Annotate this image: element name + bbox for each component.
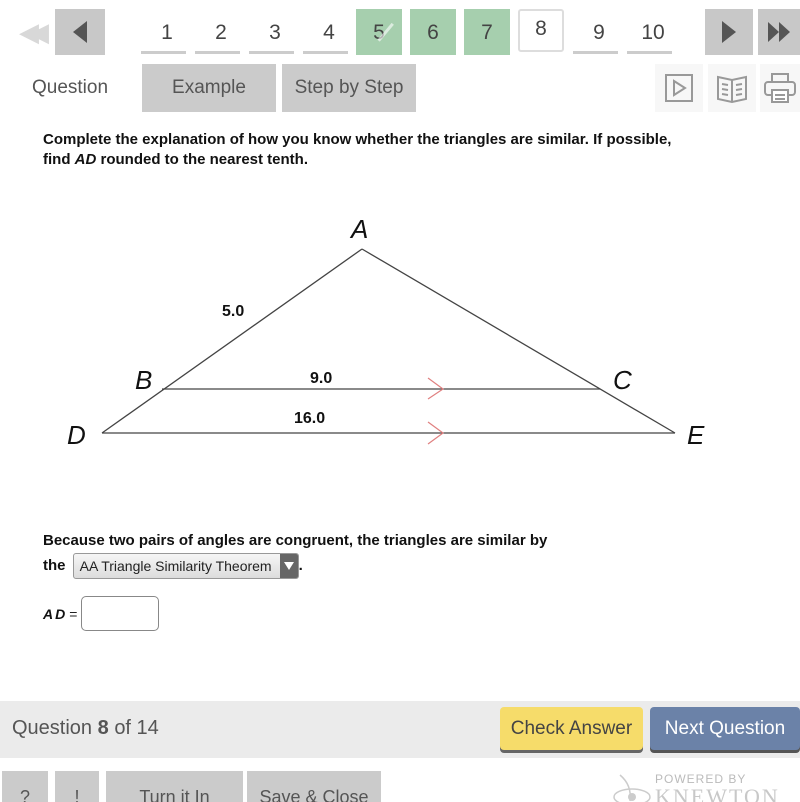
first-question-button[interactable]: ◀◀: [12, 14, 49, 50]
answer-row: AD =: [43, 596, 160, 631]
triangle-right-icon: [722, 21, 736, 43]
tab-step-by-step[interactable]: Step by Step: [282, 64, 416, 112]
chevron-down-icon: [283, 562, 294, 570]
explanation-line-2: the AA Triangle Similarity Theorem .: [43, 553, 643, 579]
help-button[interactable]: ?: [2, 771, 48, 802]
brand-name: KNEWTON: [655, 784, 780, 802]
explanation: Because two pairs of angles are congruen…: [43, 529, 643, 579]
page-number: 7: [481, 21, 493, 44]
page-number: 8: [535, 16, 547, 40]
page-6[interactable]: 6: [410, 9, 456, 55]
page-number: 9: [593, 21, 605, 44]
question-prompt: Complete the explanation of how you know…: [43, 130, 743, 170]
print-button[interactable]: [760, 64, 800, 112]
previous-question-button[interactable]: [55, 9, 105, 55]
save-close-button[interactable]: Save & Close: [247, 771, 381, 802]
next-page-button[interactable]: [705, 9, 753, 55]
vertex-c: C: [613, 365, 632, 395]
page-number: 3: [269, 21, 281, 44]
page-5[interactable]: 5: [356, 9, 402, 55]
page-9[interactable]: 9: [572, 9, 626, 55]
period: .: [298, 556, 303, 574]
check-answer-button[interactable]: Check Answer: [500, 707, 643, 750]
answer-label: AD: [43, 605, 68, 622]
page-7[interactable]: 7: [464, 9, 510, 55]
explanation-text: Because two pairs of angles are congruen…: [43, 532, 548, 549]
page-10[interactable]: 10: [626, 9, 680, 55]
save-close-label: Save & Close: [259, 787, 369, 802]
label-bc: 9.0: [310, 370, 332, 387]
textbook-button[interactable]: [708, 64, 756, 112]
prompt-text: rounded to the nearest tenth.: [96, 151, 309, 168]
prompt-line-2: find AD rounded to the nearest tenth.: [43, 150, 743, 170]
label-de: 16.0: [294, 410, 325, 427]
help-tabs: Question Example Step by Step: [0, 64, 800, 114]
label-ab: 5.0: [222, 303, 244, 320]
turn-it-in-button[interactable]: Turn it In: [106, 771, 243, 802]
page-8-current[interactable]: 8: [518, 9, 564, 52]
play-video-icon: [665, 74, 693, 102]
page-4[interactable]: 4: [302, 9, 356, 55]
double-triangle-right-icon-2: [779, 22, 790, 42]
explanation-the: the: [43, 556, 66, 574]
theorem-dropdown[interactable]: AA Triangle Similarity Theorem: [72, 553, 299, 579]
page-number: 1: [161, 21, 173, 44]
question-word: Question: [12, 717, 93, 739]
print-icon: [764, 73, 796, 103]
page-number: 6: [427, 21, 439, 44]
footer-bar: Question 8 of 14 Check Answer Next Quest…: [0, 701, 800, 758]
vertex-d: D: [67, 420, 86, 450]
vertex-b: B: [135, 365, 152, 395]
bottom-bar: ? ! Turn it In Save & Close POWERED BY K…: [0, 771, 800, 802]
page-number: 4: [323, 21, 335, 44]
page-number: 10: [641, 21, 665, 44]
page-3[interactable]: 3: [248, 9, 302, 55]
page-2[interactable]: 2: [194, 9, 248, 55]
page-number: 2: [215, 21, 227, 44]
double-chevron-left-icon: ◀◀: [19, 16, 49, 47]
page-1[interactable]: 1: [140, 9, 194, 55]
triangle-diagram: A B C D E 5.0 9.0 16.0: [67, 214, 705, 450]
question-navigator: ◀◀ 1 2 3 4 5 6 7 8 9 10: [0, 0, 800, 64]
last-page-button[interactable]: [758, 9, 800, 55]
dropdown-value: AA Triangle Similarity Theorem: [79, 558, 272, 574]
triangle-left-icon: [73, 21, 87, 43]
page-list: 1 2 3 4 5 6 7 8 9 10: [140, 9, 680, 55]
equals-sign: =: [69, 605, 78, 622]
tab-question[interactable]: Question: [12, 64, 128, 112]
powered-by-knewton: POWERED BY KNEWTON: [600, 771, 800, 802]
turn-it-in-label: Turn it In: [139, 787, 210, 802]
prompt-text: find: [43, 151, 75, 168]
dropdown-arrow[interactable]: [279, 554, 298, 578]
vertex-e: E: [687, 420, 705, 450]
segment-ae: [361, 248, 676, 434]
info-label: !: [74, 787, 80, 802]
current-question-number: 8: [97, 717, 109, 739]
question-counter: Question 8 of 14: [12, 717, 159, 740]
next-question-button[interactable]: Next Question: [650, 707, 800, 750]
question-total: of 14: [114, 717, 159, 739]
info-button[interactable]: !: [55, 771, 99, 802]
book-icon: [717, 75, 747, 103]
video-button[interactable]: [655, 64, 703, 112]
atom-logo-icon: [613, 774, 651, 802]
segment-ad: [101, 248, 363, 434]
help-label: ?: [19, 787, 30, 802]
double-triangle-right-icon: [768, 22, 779, 42]
variable-ad: AD: [74, 151, 97, 168]
tab-example[interactable]: Example: [142, 64, 276, 112]
prompt-line-1: Complete the explanation of how you know…: [43, 131, 672, 148]
vertex-a: A: [349, 214, 368, 244]
ad-answer-input[interactable]: [81, 596, 160, 631]
